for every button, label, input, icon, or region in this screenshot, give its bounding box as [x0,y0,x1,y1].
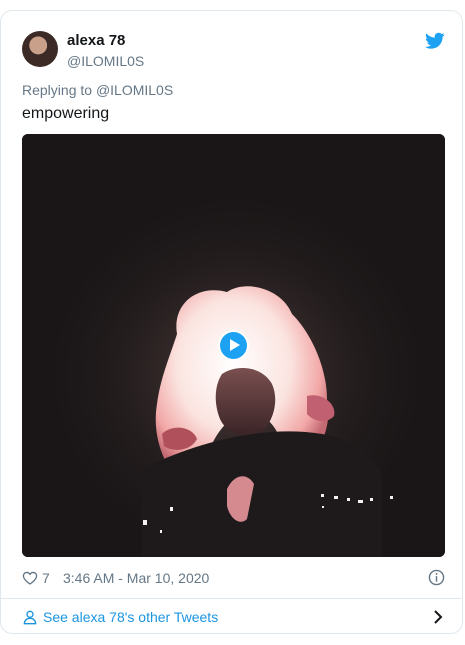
author-name[interactable]: alexa 78 [67,32,125,50]
replying-prefix: Replying to [22,82,93,98]
tweet-timestamp[interactable]: 3:46 AM - Mar 10, 2020 [63,568,209,588]
tweet-footer: 7 3:46 AM - Mar 10, 2020 [22,568,445,588]
embedded-tweet-card: alexa 78 @ILOMIL0S Replying to @ILOMIL0S… [0,10,463,634]
author-handle[interactable]: @ILOMIL0S [67,52,144,70]
replying-to-line: Replying to @ILOMIL0S [22,81,173,99]
author-avatar[interactable] [22,31,58,67]
play-icon [220,332,247,359]
chevron-right-icon [434,610,443,624]
like-count: 7 [42,570,50,586]
replying-to-handle-link[interactable]: @ILOMIL0S [96,82,173,98]
see-other-tweets-label: See alexa 78's other Tweets [43,609,219,625]
tweet-text: empowering [22,105,110,122]
video-thumbnail[interactable] [22,134,445,557]
info-icon[interactable] [428,569,445,586]
play-video-button[interactable] [218,330,249,361]
twitter-bird-icon[interactable] [425,32,445,50]
see-other-tweets-link[interactable]: See alexa 78's other Tweets [22,607,445,627]
person-icon [23,610,37,625]
divider [1,598,462,599]
heart-icon[interactable] [22,570,38,586]
